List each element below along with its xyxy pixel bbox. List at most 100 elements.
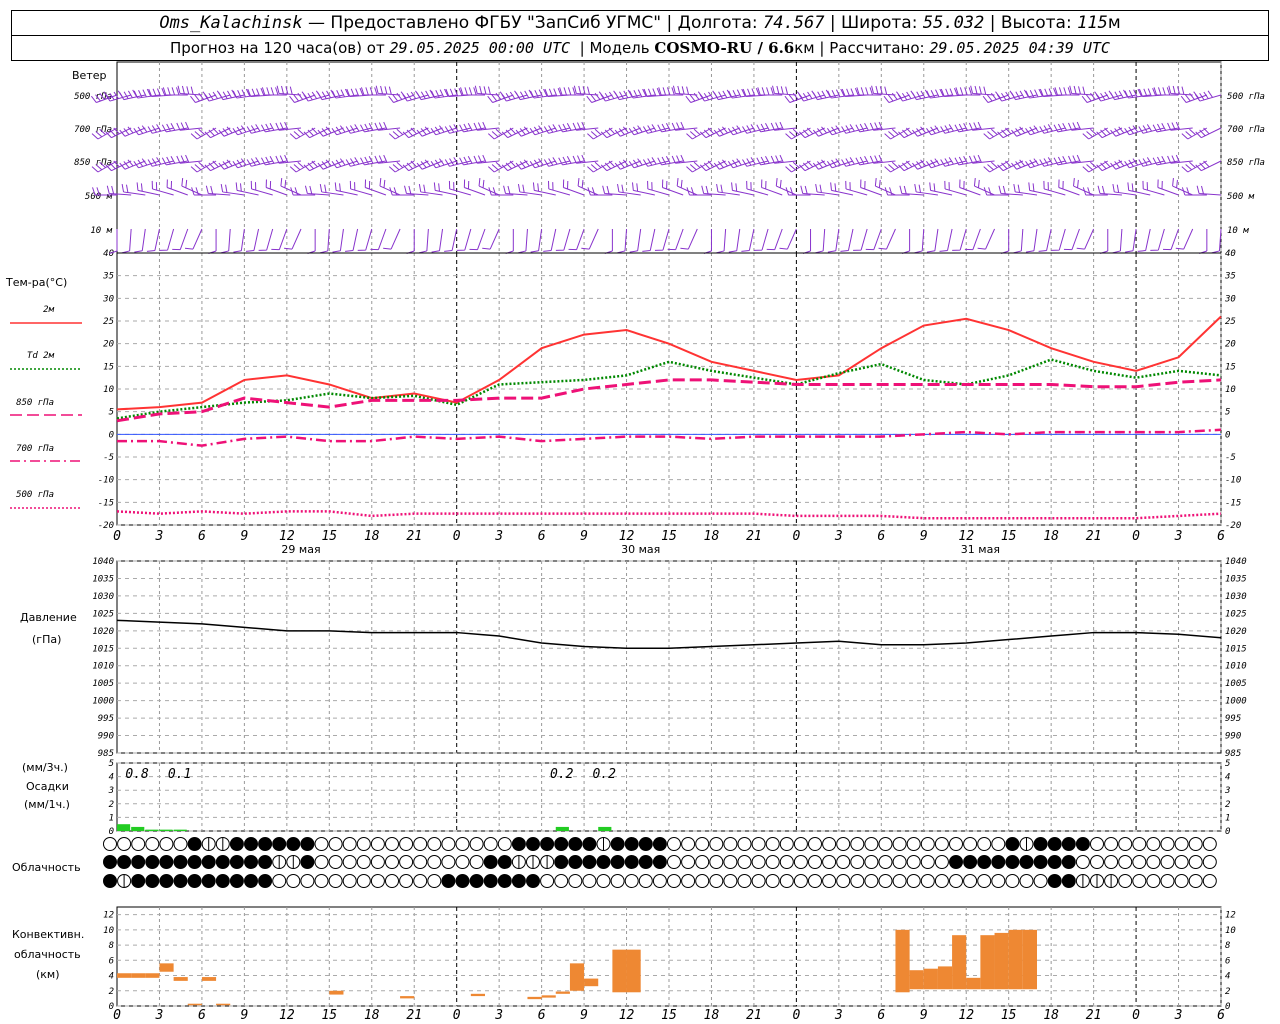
cloud-circle <box>934 837 949 851</box>
temp-xtick: 3 <box>1174 529 1183 544</box>
cloud-circle <box>934 855 949 869</box>
precip-unit-3h: (мм/3ч.) <box>22 761 68 774</box>
conv-xtick: 15 <box>1001 1008 1017 1023</box>
wind-barb <box>151 180 174 196</box>
temp-xtick: 3 <box>834 529 843 544</box>
wind-barb <box>944 180 967 196</box>
pressure-ytick-right: 1005 <box>1225 679 1247 689</box>
cloud-circle <box>892 837 907 851</box>
conv-xtick: 6 <box>1217 1008 1225 1023</box>
wind-barb <box>1081 91 1108 103</box>
conv-title-3: (км) <box>36 968 60 981</box>
pressure-ytick-left: 1025 <box>92 609 114 619</box>
temp-ytick-right: -20 <box>1225 521 1241 531</box>
wind-barb <box>161 122 188 133</box>
cloud-circle <box>300 874 315 888</box>
cloud-circle <box>977 837 992 851</box>
wind-barb <box>250 180 273 196</box>
precip-label: 0.1 <box>168 767 191 782</box>
convective-bar <box>329 990 344 995</box>
wind-barb <box>547 180 571 196</box>
cloud-circle <box>314 874 329 888</box>
convective-bar <box>1022 929 1037 990</box>
wind-barb <box>474 85 500 96</box>
cloud-circle <box>878 855 893 869</box>
conv-xtick: 3 <box>1174 1008 1183 1023</box>
temp-ytick-left: 30 <box>102 294 114 304</box>
cloud-circle <box>103 874 117 888</box>
wind-barb <box>871 85 896 96</box>
wind-barb <box>1063 228 1080 251</box>
precip-ytick-left: 2 <box>109 800 114 810</box>
convective-bar <box>527 996 542 1000</box>
wind-barb <box>469 228 486 251</box>
cloud-circle <box>878 837 893 851</box>
cloud-circle <box>1019 855 1034 869</box>
cloud-circle <box>201 855 216 869</box>
precip-ytick-right: 1 <box>1225 813 1230 823</box>
cloud-circle <box>949 837 963 851</box>
wind-barb <box>970 85 995 96</box>
cloud-circle <box>568 874 583 888</box>
cloud-circle <box>765 855 780 869</box>
cloud-circle <box>1075 837 1090 851</box>
convective-bar <box>131 973 146 978</box>
temp-xtick: 21 <box>1086 529 1102 544</box>
wind-barb <box>1168 85 1193 96</box>
cloud-circle <box>1118 855 1133 869</box>
cloud-circle <box>681 855 696 869</box>
wind-barb <box>982 91 1009 103</box>
cloud-circle <box>1132 874 1147 888</box>
cloud-circle <box>695 855 710 869</box>
wind-barb <box>245 228 260 252</box>
cloud-circle <box>1033 874 1048 888</box>
precip-label: 0.8 <box>125 767 149 782</box>
cloud-circle <box>920 874 935 888</box>
temp-legend-label: 2м <box>43 305 54 315</box>
precip-ytick-left: 1 <box>109 813 114 823</box>
cloud-circle <box>596 874 611 888</box>
cloud-circle <box>765 874 780 888</box>
wind-barb <box>954 122 981 133</box>
pressure-ytick-left: 1040 <box>92 557 114 567</box>
wind-barb <box>360 155 387 166</box>
temp-xtick: 15 <box>661 529 677 544</box>
cloud-circle <box>370 855 385 869</box>
temp-xtick: 12 <box>279 529 295 544</box>
precip-ytick-right: 0 <box>1225 827 1230 837</box>
wind-barb <box>667 228 684 251</box>
pressure-ytick-left: 1015 <box>92 644 114 654</box>
cloud-circle <box>1090 837 1104 851</box>
temp-ytick-left: -5 <box>103 453 114 463</box>
convective-bar <box>612 949 627 993</box>
cloud-circle <box>1090 855 1104 869</box>
meteogram-chart: Ветер Тем-ра(°C) Давление (гПа) (мм/3ч.)… <box>5 61 1265 1023</box>
cloud-circle <box>497 837 512 851</box>
cloud-circle <box>469 874 484 888</box>
cloud-circle <box>244 837 258 851</box>
conv-xtick: 9 <box>240 1008 248 1023</box>
wind-level-right: 700 гПа <box>1227 125 1265 135</box>
wind-barb <box>1152 155 1179 166</box>
wind-barb <box>1000 229 1010 254</box>
wind-barb <box>1011 89 1038 101</box>
cloud-circle <box>229 837 244 851</box>
precip-ytick-left: 0 <box>109 827 114 837</box>
wind-barb <box>161 155 188 166</box>
cloud-circle <box>455 855 470 869</box>
cloud-circle <box>103 855 117 869</box>
wind-barb <box>855 155 882 166</box>
wind-barb <box>119 89 146 101</box>
convective-bar <box>400 996 415 999</box>
convective-bar <box>980 935 995 990</box>
wind-barb <box>459 155 486 166</box>
cloud-circle <box>793 837 808 851</box>
wind-barb <box>685 91 712 103</box>
pressure-title: Давление <box>20 611 77 624</box>
cloud-circle <box>1146 855 1161 869</box>
cloud-circle <box>229 874 244 888</box>
cloud-circle <box>1005 855 1020 869</box>
wind-barb <box>518 228 528 254</box>
conv-xtick: 0 <box>1132 1008 1140 1023</box>
precip-ytick-left: 5 <box>109 759 114 769</box>
